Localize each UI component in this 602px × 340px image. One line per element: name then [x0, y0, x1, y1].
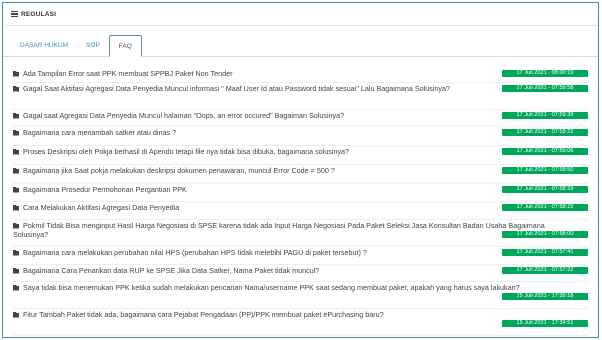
- faq-question[interactable]: Saya tidak bisa menemukan PPK ketika sud…: [23, 283, 520, 292]
- bookmark-icon: [13, 222, 19, 229]
- faq-date-badge: 17 Juli 2021 - 07:59:06: [502, 148, 588, 155]
- bookmark-icon: [13, 186, 19, 193]
- panel-title: REGULASI: [21, 10, 57, 18]
- divider: [13, 164, 588, 165]
- faq-item[interactable]: Gagal Saat Aktifasi Agregasi Data Penyed…: [13, 84, 588, 107]
- divider: [13, 201, 588, 202]
- list-icon: [11, 11, 18, 17]
- faq-question[interactable]: Cara Melakukan Aktifasi Agregasi Data Pe…: [23, 203, 179, 212]
- faq-item[interactable]: Bagaimana Prosedur Permohonan Pergantian…: [13, 185, 588, 199]
- faq-item[interactable]: Apakah ada batasan nilai pengadaan untuk…: [13, 337, 588, 338]
- divider: [13, 335, 588, 336]
- faq-question[interactable]: Ada Tampilan Error saat PPK membuat SPPB…: [23, 69, 232, 78]
- divider: [13, 281, 588, 282]
- faq-question[interactable]: Bagaimana cara melakukan perubahan nilai…: [23, 248, 367, 257]
- faq-item[interactable]: Ada Tampilan Error saat PPK membuat SPPB…: [13, 69, 588, 83]
- bookmark-icon: [13, 267, 19, 274]
- bookmark-icon: [13, 249, 19, 256]
- faq-date-badge: 17 Juli 2021 - 07:57:41: [502, 249, 588, 256]
- bookmark-icon: [13, 204, 19, 211]
- bookmark-icon: [13, 129, 19, 136]
- bookmark-icon: [13, 112, 19, 119]
- panel-header: REGULASI: [3, 3, 598, 26]
- divider: [13, 126, 588, 127]
- faq-date-badge: 17 Juli 2021 - 07:59:22: [502, 129, 588, 136]
- faq-date-badge: 17 Juli 2021 - 07:58:50: [502, 167, 588, 174]
- faq-date-badge: 17 Juli 2021 - 07:58:00: [502, 231, 588, 238]
- faq-date-badge: 17 Juli 2021 - 07:58:29: [502, 186, 588, 193]
- faq-question[interactable]: Proses Deskripsi oleh Pokja berhasil di …: [23, 147, 349, 156]
- faq-date-badge: 17 Juli 2021 - 07:58:15: [502, 204, 588, 211]
- faq-item[interactable]: Saya tidak bisa menemukan PPK ketika sud…: [13, 283, 588, 306]
- divider: [13, 264, 588, 265]
- divider: [13, 145, 588, 146]
- bookmark-icon: [13, 148, 19, 155]
- faq-date-badge: 17 Juli 2021 - 07:59:58: [502, 85, 588, 92]
- faq-date-badge: 17 Juli 2021 - 08:00:19: [502, 70, 588, 77]
- bookmark-icon: [13, 311, 19, 318]
- faq-question[interactable]: Apakah ada batasan nilai pengadaan untuk…: [23, 337, 273, 338]
- faq-item[interactable]: Fitur Tambah Paket tidak ada, bagaimana …: [13, 310, 588, 333]
- divider: [13, 183, 588, 184]
- faq-item[interactable]: Bagaimana cara menambah satker atau dina…: [13, 128, 588, 142]
- faq-item[interactable]: Cara Melakukan Aktifasi Agregasi Data Pe…: [13, 203, 588, 217]
- faq-item[interactable]: Pokmil Tidak Bisa menginput Hasil Harga …: [13, 221, 588, 244]
- divider: [13, 109, 588, 110]
- tab-bar: DASAR HUKUM SOP FAQ: [3, 34, 598, 57]
- faq-question[interactable]: Bagaimana jika Saat pokja melakukan desk…: [23, 166, 335, 175]
- faq-question[interactable]: Pokmil Tidak Bisa menginput Hasil Harga …: [13, 221, 545, 239]
- divider: [13, 246, 588, 247]
- faq-question[interactable]: Bagaimana Prosedur Permohonan Pergantian…: [23, 185, 187, 194]
- faq-item[interactable]: Bagaimana cara melakukan perubahan nilai…: [13, 248, 588, 262]
- bookmark-icon: [13, 70, 19, 77]
- divider: [13, 308, 588, 309]
- faq-item[interactable]: Bagaimana jika Saat pokja melakukan desk…: [13, 166, 588, 180]
- bookmark-icon: [13, 85, 19, 92]
- tab-faq[interactable]: FAQ: [108, 35, 142, 57]
- faq-date-badge: 15 Juli 2021 - 17:34:51: [502, 320, 588, 327]
- tab-sop[interactable]: SOP: [77, 34, 109, 56]
- faq-question[interactable]: Bagaimana cara menambah satker atau dina…: [23, 128, 176, 137]
- bookmark-icon: [13, 284, 19, 291]
- tab-dasar-hukum[interactable]: DASAR HUKUM: [11, 34, 77, 56]
- bookmark-icon: [13, 167, 19, 174]
- faq-item[interactable]: Bagaimana Cara Penarikan data RUP ke SPS…: [13, 266, 588, 280]
- divider: [13, 219, 588, 220]
- faq-date-badge: 15 Juli 2021 - 17:35:18: [502, 293, 588, 300]
- faq-question[interactable]: Fitur Tambah Paket tidak ada, bagaimana …: [23, 310, 384, 319]
- faq-item[interactable]: Proses Deskripsi oleh Pokja berhasil di …: [13, 147, 588, 161]
- divider: [13, 82, 588, 83]
- faq-question[interactable]: Bagaimana Cara Penarikan data RUP ke SPS…: [23, 266, 319, 275]
- faq-question[interactable]: Gagal saat Agregasi Data Penyedia Muncul…: [23, 111, 344, 120]
- faq-question[interactable]: Gagal Saat Aktifasi Agregasi Data Penyed…: [23, 84, 450, 93]
- regulasi-panel: REGULASI DASAR HUKUM SOP FAQ Ada Tampila…: [2, 2, 599, 338]
- faq-item[interactable]: Gagal saat Agregasi Data Penyedia Muncul…: [13, 111, 588, 125]
- faq-date-badge: 17 Juli 2021 - 07:59:39: [502, 112, 588, 119]
- faq-date-badge: 17 Juli 2021 - 07:57:22: [502, 267, 588, 274]
